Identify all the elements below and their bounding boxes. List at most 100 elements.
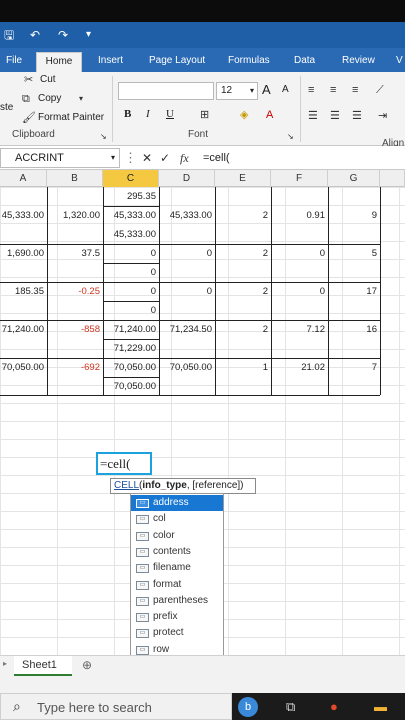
dialog-launcher-icon[interactable]: ↘ bbox=[100, 131, 107, 143]
tab-file[interactable]: File bbox=[0, 52, 28, 72]
cell-a6[interactable]: 185.35 bbox=[0, 283, 47, 300]
formula-input[interactable]: =cell( bbox=[203, 149, 230, 167]
font-color-icon[interactable]: A bbox=[266, 109, 273, 121]
cell-f6[interactable]: 0 bbox=[271, 283, 328, 300]
autocomplete-item-address[interactable]: ▭ address bbox=[131, 495, 223, 511]
cell-c5[interactable]: 0 bbox=[103, 264, 159, 281]
redo-icon[interactable]: ↷ bbox=[58, 27, 68, 43]
cortana-icon[interactable]: b bbox=[238, 697, 258, 717]
insert-function-button[interactable]: fx bbox=[180, 149, 189, 167]
tab-formulas[interactable]: Formulas bbox=[222, 52, 276, 72]
sheet-tab[interactable]: Sheet1 bbox=[14, 656, 72, 676]
align-center-icon[interactable]: ☰ bbox=[330, 110, 340, 122]
function-name-link[interactable]: CELL bbox=[114, 480, 139, 491]
paste-button[interactable]: ste bbox=[0, 102, 13, 113]
chevron-down-icon[interactable]: ▾ bbox=[79, 93, 83, 105]
cell-f2[interactable]: 0.91 bbox=[271, 207, 328, 224]
column-header-d[interactable]: D bbox=[159, 170, 215, 187]
autocomplete-item-parentheses[interactable]: ▭ parentheses bbox=[131, 593, 223, 609]
add-sheet-icon[interactable]: ⊕ bbox=[82, 658, 92, 672]
active-cell-editor[interactable]: =cell( bbox=[96, 452, 152, 475]
cell-c11[interactable]: 70,050.00 bbox=[103, 378, 159, 395]
autocomplete-item-contents[interactable]: ▭ contents bbox=[131, 544, 223, 560]
font-name-select[interactable] bbox=[118, 82, 214, 100]
tab-home[interactable]: Home bbox=[36, 52, 82, 72]
cell-d2[interactable]: 45,333.00 bbox=[159, 207, 215, 224]
cell-c6[interactable]: 0 bbox=[103, 283, 159, 300]
scroll-tabs-icon[interactable]: ▸ bbox=[3, 659, 7, 668]
tab-review[interactable]: Review bbox=[336, 52, 381, 72]
copy-button[interactable]: Copy bbox=[38, 93, 61, 104]
align-right-icon[interactable]: ☰ bbox=[352, 110, 362, 122]
column-header-h[interactable] bbox=[380, 170, 405, 187]
fill-color-icon[interactable]: ◈ bbox=[240, 109, 248, 121]
grow-font-button[interactable]: A bbox=[262, 82, 271, 97]
cell-d6[interactable]: 0 bbox=[159, 283, 215, 300]
cell-e10[interactable]: 1 bbox=[215, 359, 271, 376]
drag-handle-icon[interactable]: ⋮ bbox=[124, 149, 137, 167]
browser-icon[interactable]: ● bbox=[330, 699, 338, 714]
cell-c10[interactable]: 70,050.00 bbox=[103, 359, 159, 376]
tab-view[interactable]: V bbox=[390, 52, 405, 72]
font-size-select[interactable]: 12 ▾ bbox=[216, 82, 258, 100]
autocomplete-item-filename[interactable]: ▭ filename bbox=[131, 560, 223, 576]
align-middle-icon[interactable]: ≡ bbox=[330, 84, 336, 96]
cell-f10[interactable]: 21.02 bbox=[271, 359, 328, 376]
cancel-button[interactable]: ✕ bbox=[142, 149, 152, 167]
cell-d8[interactable]: 71,234.50 bbox=[159, 321, 215, 338]
cell-d10[interactable]: 70,050.00 bbox=[159, 359, 215, 376]
undo-icon[interactable]: ↶ bbox=[30, 27, 40, 43]
shrink-font-button[interactable]: A bbox=[282, 84, 289, 95]
cell-c9[interactable]: 71,229.00 bbox=[103, 340, 159, 357]
italic-button[interactable]: I bbox=[146, 108, 150, 120]
cell-e4[interactable]: 2 bbox=[215, 245, 271, 262]
cell-a8[interactable]: 71,240.00 bbox=[0, 321, 47, 338]
cell-f8[interactable]: 7.12 bbox=[271, 321, 328, 338]
cell-b4[interactable]: 37.5 bbox=[47, 245, 103, 262]
autocomplete-item-color[interactable]: ▭ color bbox=[131, 528, 223, 544]
autocomplete-item-col[interactable]: ▭ col bbox=[131, 511, 223, 527]
save-icon[interactable]: 🖫 bbox=[4, 27, 14, 43]
cell-c8[interactable]: 71,240.00 bbox=[103, 321, 159, 338]
cell-g4[interactable]: 5 bbox=[328, 245, 380, 262]
cell-b6[interactable]: -0.25 bbox=[47, 283, 103, 300]
cell-g6[interactable]: 17 bbox=[328, 283, 380, 300]
autocomplete-item-format[interactable]: ▭ format bbox=[131, 577, 223, 593]
tab-page-layout[interactable]: Page Layout bbox=[143, 52, 211, 72]
dialog-launcher-icon[interactable]: ↘ bbox=[287, 131, 294, 143]
cell-g2[interactable]: 9 bbox=[328, 207, 380, 224]
customize-quick-access-icon[interactable]: ▾ bbox=[86, 27, 91, 43]
orientation-icon[interactable]: ⟋ bbox=[376, 84, 384, 96]
underline-button[interactable]: U bbox=[166, 108, 174, 120]
indent-icon[interactable]: ⇥ bbox=[378, 110, 387, 122]
taskbar-search-box[interactable]: ⌕ Type here to search bbox=[0, 693, 232, 720]
tab-insert[interactable]: Insert bbox=[92, 52, 129, 72]
cell-c7[interactable]: 0 bbox=[103, 302, 159, 319]
column-header-c[interactable]: C bbox=[103, 170, 159, 187]
align-left-icon[interactable]: ☰ bbox=[308, 110, 318, 122]
cell-b10[interactable]: -692 bbox=[47, 359, 103, 376]
cell-b2[interactable]: 1,320.00 bbox=[47, 207, 103, 224]
column-header-g[interactable]: G bbox=[328, 170, 380, 187]
enter-button[interactable]: ✓ bbox=[160, 149, 170, 167]
cell-e6[interactable]: 2 bbox=[215, 283, 271, 300]
cell-e8[interactable]: 2 bbox=[215, 321, 271, 338]
tab-data[interactable]: Data bbox=[288, 52, 321, 72]
cell-e2[interactable]: 2 bbox=[215, 207, 271, 224]
cell-c3[interactable]: 45,333.00 bbox=[103, 226, 159, 243]
cell-c4[interactable]: 0 bbox=[103, 245, 159, 262]
autocomplete-item-protect[interactable]: ▭ protect bbox=[131, 625, 223, 641]
column-header-a[interactable]: A bbox=[0, 170, 47, 187]
cell-b8[interactable]: -858 bbox=[47, 321, 103, 338]
bold-button[interactable]: B bbox=[124, 108, 131, 120]
format-painter-button[interactable]: Format Painter bbox=[38, 112, 104, 123]
cell-g8[interactable]: 16 bbox=[328, 321, 380, 338]
column-header-f[interactable]: F bbox=[271, 170, 328, 187]
cell-a10[interactable]: 70,050.00 bbox=[0, 359, 47, 376]
column-header-e[interactable]: E bbox=[215, 170, 271, 187]
cell-c2[interactable]: 45,333.00 bbox=[103, 207, 159, 224]
column-header-b[interactable]: B bbox=[47, 170, 103, 187]
cell-d4[interactable]: 0 bbox=[159, 245, 215, 262]
file-explorer-icon[interactable]: ▬ bbox=[374, 699, 387, 714]
autocomplete-item-prefix[interactable]: ▭ prefix bbox=[131, 609, 223, 625]
